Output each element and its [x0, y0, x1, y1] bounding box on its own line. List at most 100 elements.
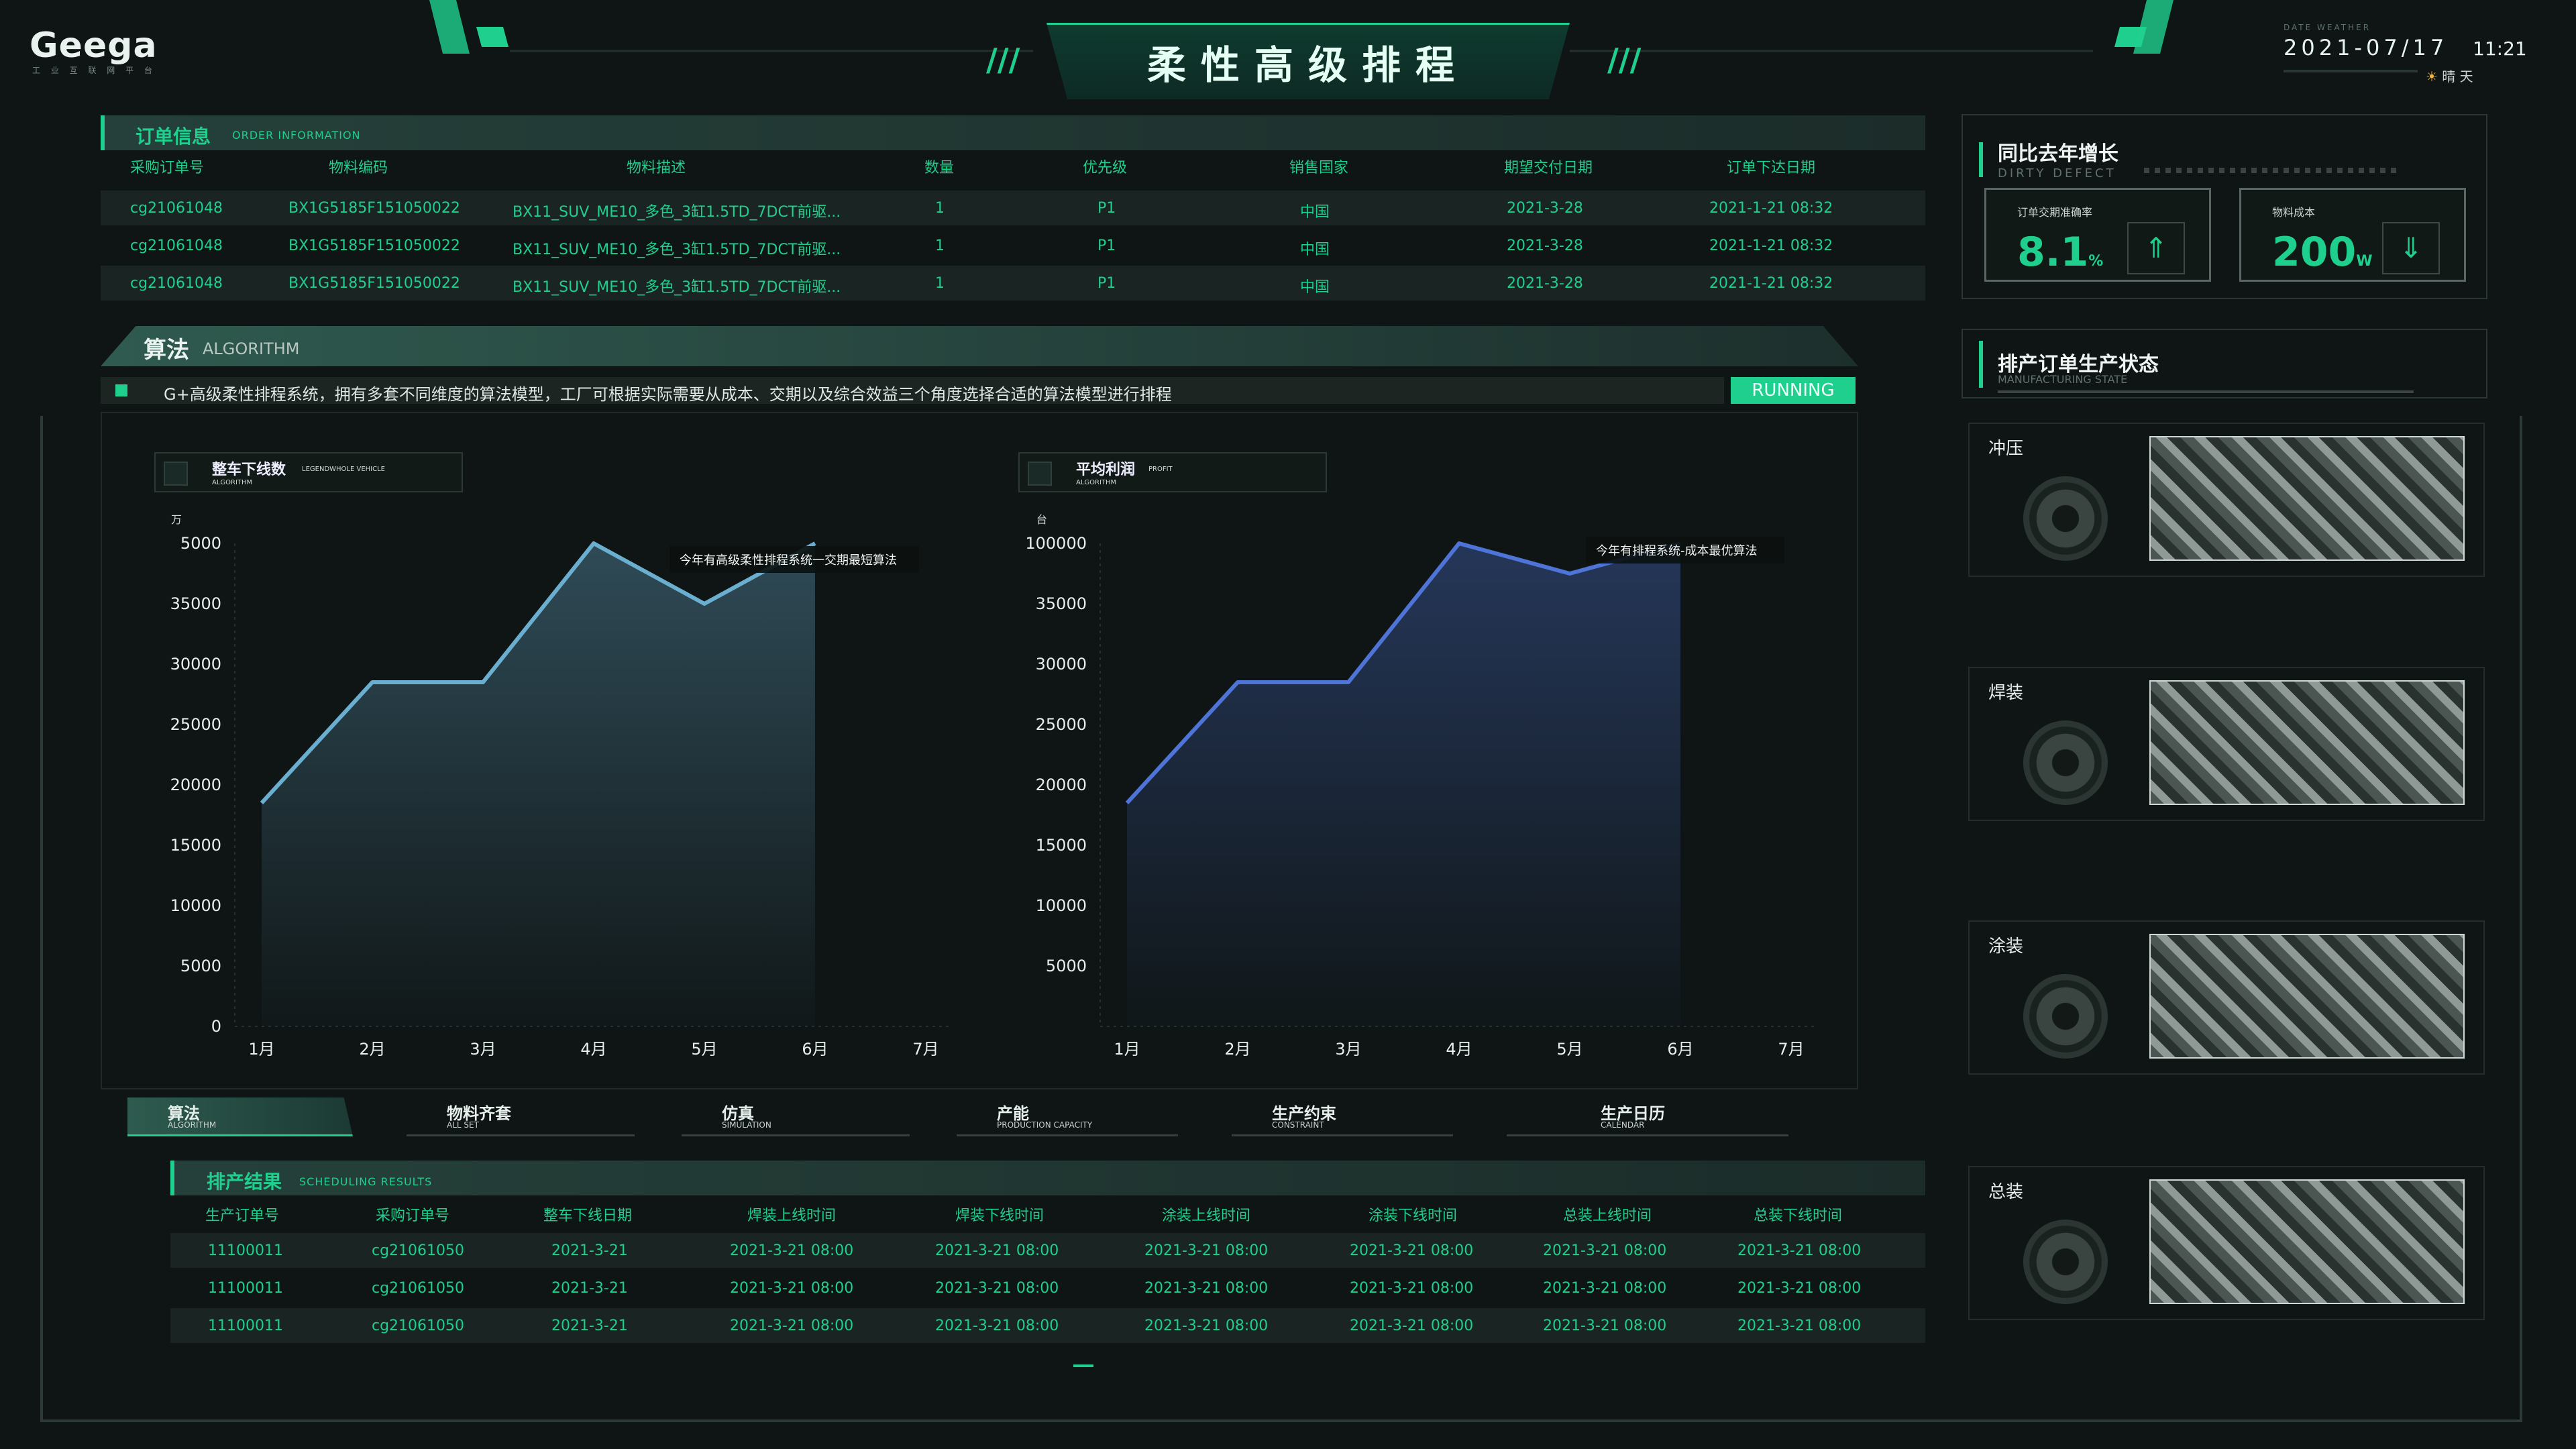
- col-production-order: 生产订单号: [205, 1208, 280, 1224]
- order-cell: P1: [1097, 237, 1116, 254]
- assembly-camera-image[interactable]: [2149, 1179, 2465, 1304]
- bullet-icon: [115, 384, 127, 396]
- schedule-cell: 2021-3-21 08:00: [1737, 1242, 1862, 1259]
- schedule-cell: 2021-3-21 08:00: [1543, 1280, 1667, 1297]
- order-cell: BX11_SUV_ME10_多色_3缸1.5TD_7DCT前驱...: [513, 279, 841, 296]
- chart2-subtitle: PROFIT: [1148, 466, 1173, 473]
- order-cell: 1: [935, 237, 945, 254]
- tab-all-set-en: ALL SET: [447, 1120, 479, 1130]
- tab-constraint[interactable]: 生产约束 CONSTRAINT: [1232, 1097, 1453, 1136]
- schedule-cell: 2021-3-21 08:00: [730, 1318, 854, 1334]
- col-welding-online: 焊装上线时间: [747, 1208, 837, 1224]
- tab-all-set[interactable]: 物料齐套 ALL SET: [407, 1097, 635, 1136]
- up-arrow-icon: ⇑: [2127, 222, 2185, 274]
- kpi-delivery-accuracy: 订单交期准确率 8.1% ⇑: [1984, 188, 2211, 282]
- col-material-code: 物料编码: [329, 160, 388, 176]
- chart2-tag: ALGORITHM: [1076, 479, 1117, 486]
- order-cell: cg21061048: [130, 237, 223, 254]
- x-tick-label: 4月: [1446, 1040, 1472, 1059]
- y-tick-label: 35000: [1036, 594, 1087, 613]
- tab-calendar[interactable]: 生产日历 CALENDAR: [1507, 1097, 1788, 1136]
- dial-icon: [2023, 1220, 2108, 1304]
- x-tick-label: 6月: [802, 1040, 828, 1059]
- order-cell: cg21061048: [130, 200, 223, 217]
- tab-capacity-en: PRODUCTION CAPACITY: [997, 1120, 1093, 1130]
- stage-painting[interactable]: 涂装: [1968, 920, 2485, 1075]
- schedule-scroll-indicator[interactable]: [1073, 1364, 1093, 1367]
- schedule-subtitle: SCHEDULING RESULTS: [299, 1175, 433, 1188]
- current-time: 11:21: [2473, 38, 2527, 60]
- y-tick-label: 20000: [170, 775, 221, 794]
- schedule-cell: 2021-3-21 08:00: [1350, 1280, 1474, 1297]
- order-cell: BX1G5185F151050022: [288, 237, 460, 254]
- y-tick-label: 30000: [1036, 655, 1087, 674]
- stage-welding-label: 焊装: [1988, 683, 2024, 703]
- tab-simulation[interactable]: 仿真 SIMULATION: [682, 1097, 910, 1136]
- algorithm-subtitle: ALGORITHM: [203, 339, 300, 358]
- schedule-cell: cg21061050: [372, 1242, 465, 1259]
- title-slash-right-icon: ///: [1607, 42, 1642, 78]
- running-badge: RUNNING: [1731, 377, 1856, 404]
- x-tick-label: 2月: [1224, 1040, 1250, 1059]
- chart1-legend-box: 整车下线数 LEGENDWHOLE VEHICLE ALGORITHM: [154, 452, 463, 492]
- kpi-delivery-number: 8.1: [2017, 229, 2089, 276]
- welding-camera-image[interactable]: [2149, 680, 2465, 805]
- weather: ☀ 晴 天: [2426, 66, 2473, 85]
- x-tick-label: 3月: [1335, 1040, 1361, 1059]
- painting-camera-image[interactable]: [2149, 934, 2465, 1059]
- col-purchase-order: 采购订单号: [376, 1208, 450, 1224]
- schedule-cell: 2021-3-21: [551, 1280, 628, 1297]
- tab-algorithm[interactable]: 算法 ALGORITHM: [127, 1097, 353, 1136]
- kpi-delivery-value: 8.1%: [2017, 229, 2103, 276]
- date-weather-label: DATE WEATHER: [2284, 23, 2371, 32]
- col-assembly-offline: 总装下线时间: [1754, 1208, 1843, 1224]
- x-tick-label: 2月: [359, 1040, 385, 1059]
- stage-stamping[interactable]: 冲压: [1968, 423, 2485, 577]
- schedule-cell: 11100011: [208, 1280, 283, 1297]
- col-painting-offline: 涂装下线时间: [1368, 1208, 1458, 1224]
- chart2-legend-box: 平均利润 PROFIT ALGORITHM: [1018, 452, 1327, 492]
- schedule-row[interactable]: 11100011 cg21061050 2021-3-21 2021-3-21 08:…: [170, 1271, 1925, 1305]
- y-tick-label: 20000: [1036, 775, 1087, 794]
- date-progress-track: [2284, 70, 2418, 72]
- order-cell: 2021-3-28: [1507, 200, 1583, 217]
- schedule-cell: 2021-3-21 08:00: [1144, 1280, 1269, 1297]
- order-row[interactable]: cg21061048 BX1G5185F151050022 BX11_SUV_ME1…: [101, 228, 1925, 263]
- down-arrow-icon: ⇓: [2382, 222, 2440, 274]
- x-tick-label: 5月: [691, 1040, 717, 1059]
- tab-simulation-en: SIMULATION: [722, 1120, 771, 1130]
- order-cell: cg21061048: [130, 275, 223, 292]
- chart1-legend-icon: [164, 462, 188, 486]
- order-row[interactable]: cg21061048 BX1G5185F151050022 BX11_SUV_ME1…: [101, 266, 1925, 301]
- schedule-cell: 2021-3-21 08:00: [1350, 1318, 1474, 1334]
- x-tick-label: 1月: [1114, 1040, 1140, 1059]
- y-tick-label: 10000: [1036, 896, 1087, 915]
- schedule-row[interactable]: 11100011 cg21061050 2021-3-21 2021-3-21 08:…: [170, 1233, 1925, 1268]
- schedule-cell: 2021-3-21 08:00: [1144, 1318, 1269, 1334]
- kpi-delivery-label: 订单交期准确率: [2017, 206, 2093, 219]
- logo-subtitle: 工 业 互 联 网 平 台: [32, 66, 156, 75]
- kpi-material-cost: 物料成本 200W ⇓: [2239, 188, 2466, 282]
- col-welding-offline: 焊装下线时间: [955, 1208, 1044, 1224]
- order-row[interactable]: cg21061048 BX1G5185F151050022 BX11_SUV_ME1…: [101, 191, 1925, 225]
- y-tick-label: 10000: [170, 896, 221, 915]
- stamping-camera-image[interactable]: [2149, 436, 2465, 561]
- order-cell: P1: [1097, 275, 1116, 292]
- stage-painting-label: 涂装: [1988, 936, 2024, 957]
- schedule-cell: 2021-3-21 08:00: [935, 1242, 1059, 1259]
- growth-dots: [2144, 168, 2399, 173]
- stage-welding[interactable]: 焊装: [1968, 667, 2485, 821]
- stage-assembly[interactable]: 总装: [1968, 1166, 2485, 1320]
- col-offline-date: 整车下线日期: [543, 1208, 633, 1224]
- order-cell: BX1G5185F151050022: [288, 275, 460, 292]
- growth-accent-bar: [1979, 142, 1983, 177]
- schedule-cell: 2021-3-21 08:00: [1737, 1280, 1862, 1297]
- chart2-legend-icon: [1028, 462, 1052, 486]
- order-cell: 中国: [1300, 241, 1330, 258]
- tab-capacity[interactable]: 产能 PRODUCTION CAPACITY: [957, 1097, 1178, 1136]
- current-date: 2021-07/17: [2284, 35, 2449, 60]
- schedule-row[interactable]: 11100011 cg21061050 2021-3-21 2021-3-21 08:…: [170, 1308, 1925, 1343]
- algorithm-description-text: G+高级柔性排程系统，拥有多套不同维度的算法模型，工厂可根据实际需要从成本、交期…: [164, 385, 1172, 404]
- col-expected-date: 期望交付日期: [1504, 160, 1593, 176]
- schedule-cell: 2021-3-21: [551, 1242, 628, 1259]
